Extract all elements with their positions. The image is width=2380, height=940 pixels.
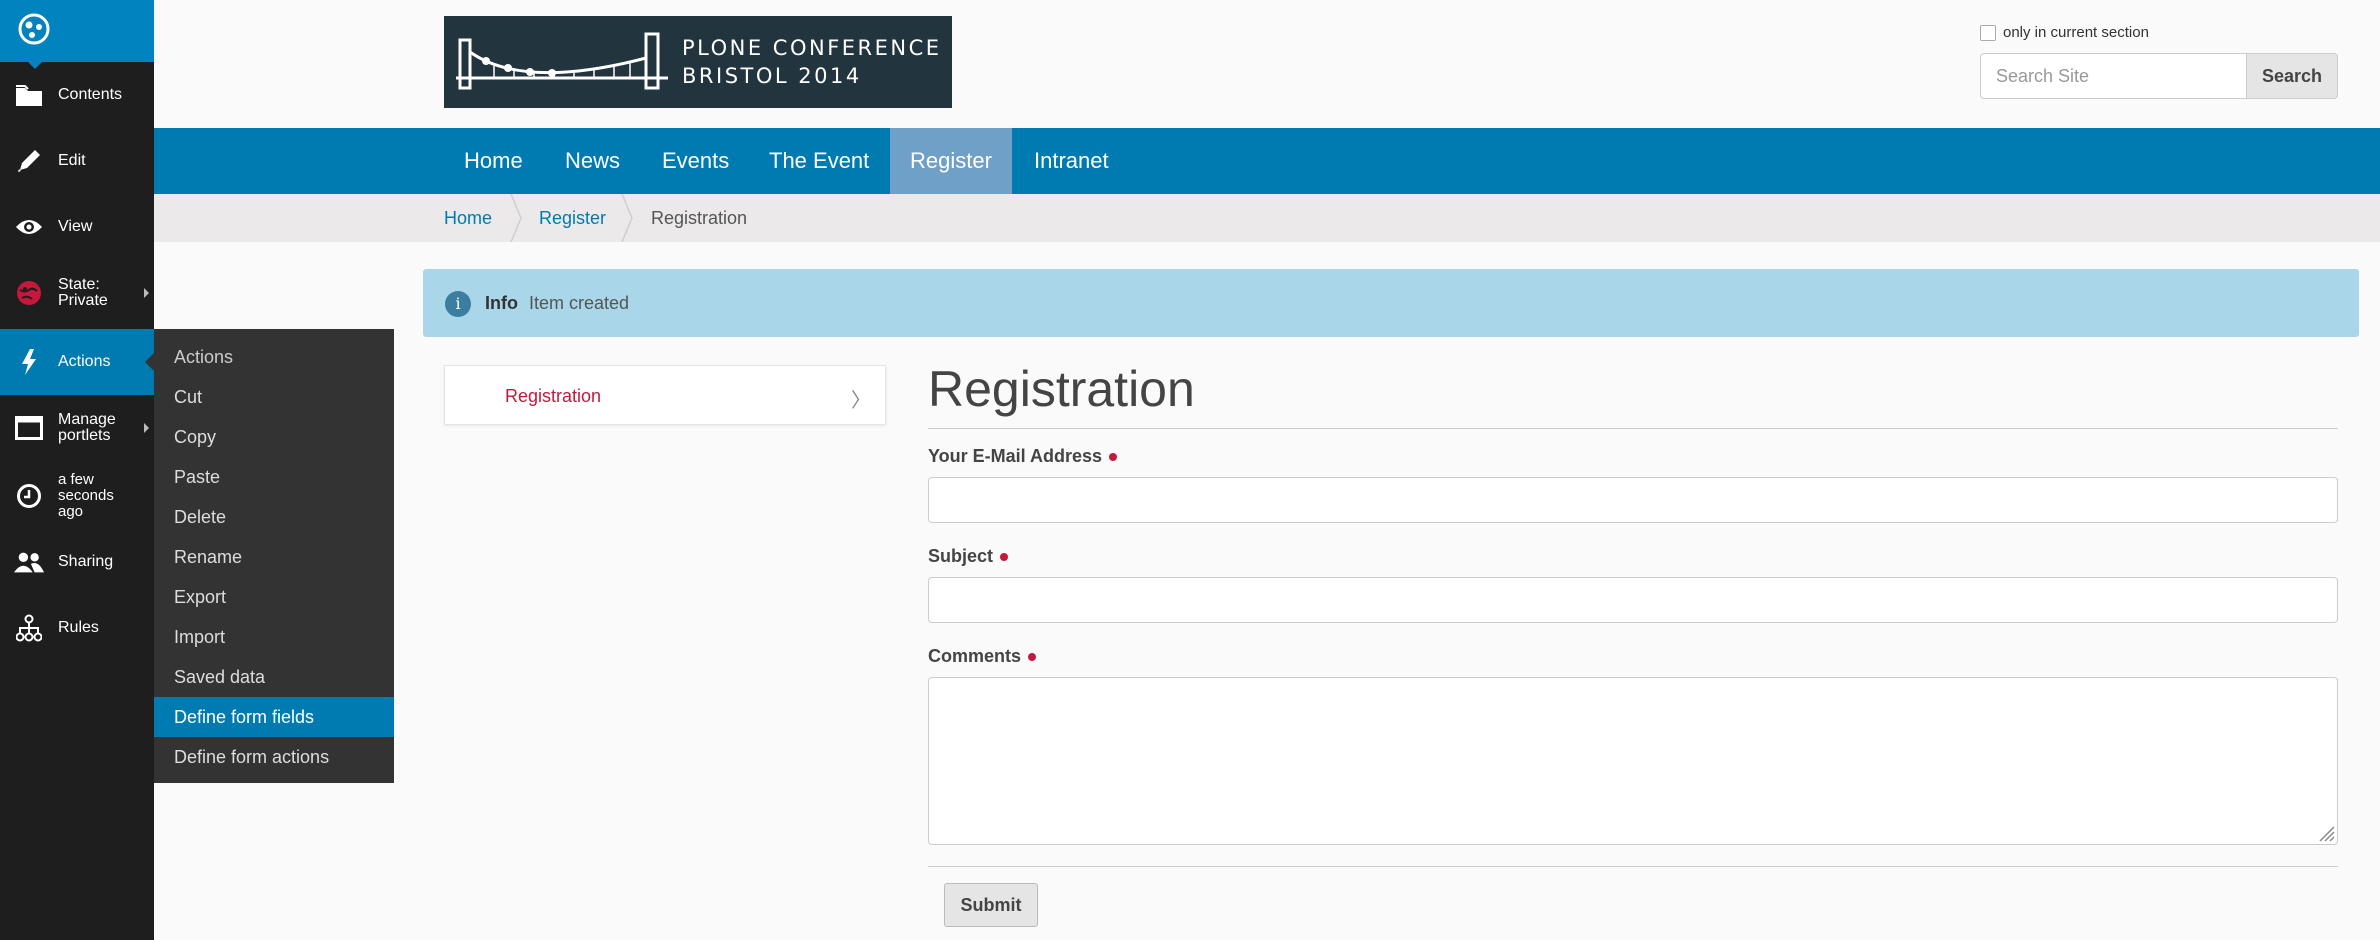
- menu-item-delete[interactable]: Delete: [154, 497, 394, 537]
- breadcrumb-separator-icon: [621, 194, 633, 242]
- toolbar-history[interactable]: a few seconds ago: [0, 461, 154, 531]
- toolbar-state[interactable]: State: Private: [0, 260, 154, 326]
- plone-toolbar: Contents Edit View State: Private Action…: [0, 0, 155, 940]
- email-field-label-text: Your E-Mail Address: [928, 446, 1103, 466]
- users-icon: [14, 547, 44, 577]
- status-message-text: Item created: [529, 293, 630, 313]
- portlets-label-line1: Manage: [58, 411, 116, 428]
- rules-icon: [14, 613, 44, 643]
- toolbar-rules-label: Rules: [58, 619, 99, 636]
- menu-item-rename[interactable]: Rename: [154, 537, 394, 577]
- history-label-line1: a few: [58, 471, 94, 488]
- email-field[interactable]: [928, 477, 2338, 523]
- state-label-line2: Private: [58, 292, 108, 309]
- bridge-logo-icon: [456, 32, 668, 90]
- chevron-right-icon: [144, 288, 149, 298]
- only-current-section-option[interactable]: only in current section: [1980, 24, 2149, 41]
- subject-field-label-text: Subject: [928, 546, 994, 566]
- info-icon: i: [445, 291, 471, 317]
- site-logo[interactable]: PLONE CONFERENCE BRISTOL 2014: [444, 16, 952, 108]
- toolbar-state-label: State: Private: [58, 277, 108, 309]
- toolbar-actions-label: Actions: [58, 353, 111, 370]
- toolbar-rules[interactable]: Rules: [0, 595, 154, 661]
- menu-item-saved-data[interactable]: Saved data: [154, 657, 394, 697]
- toolbar-view[interactable]: View: [0, 194, 154, 260]
- comments-field[interactable]: [928, 677, 2338, 845]
- breadcrumb-separator-icon: [510, 194, 522, 242]
- plone-logo-icon: [18, 13, 50, 45]
- toolbar-contents[interactable]: Contents: [0, 62, 154, 128]
- pencil-icon: [14, 146, 44, 176]
- toolbar-view-label: View: [58, 218, 93, 235]
- actions-submenu: Actions Cut Copy Paste Delete Rename Exp…: [154, 329, 394, 783]
- subject-field[interactable]: [928, 577, 2338, 623]
- search-input[interactable]: [1980, 53, 2246, 99]
- subject-field-label: Subject: [928, 546, 1009, 567]
- nav-news[interactable]: News: [545, 128, 640, 194]
- toolbar-history-label: a few seconds ago: [58, 472, 114, 520]
- form-divider: [928, 866, 2338, 867]
- nav-intranet[interactable]: Intranet: [1014, 128, 1129, 194]
- status-message: i Info Item created: [423, 269, 2359, 337]
- nav-home[interactable]: Home: [444, 128, 543, 194]
- required-indicator: [1000, 553, 1009, 562]
- portlet-icon: [14, 413, 44, 443]
- history-label-line2: seconds: [58, 487, 114, 504]
- only-current-section-checkbox[interactable]: [1980, 24, 1996, 41]
- global-navigation: Home News Events The Event Register Intr…: [154, 128, 2380, 194]
- only-current-section-label: only in current section: [2003, 24, 2149, 41]
- menu-item-copy[interactable]: Copy: [154, 417, 394, 457]
- toolbar-edit[interactable]: Edit: [0, 128, 154, 194]
- required-indicator: [1028, 653, 1037, 662]
- chevron-right-icon: 〉: [851, 390, 871, 412]
- menu-item-paste[interactable]: Paste: [154, 457, 394, 497]
- logo-title-line1: PLONE CONFERENCE: [682, 36, 942, 60]
- eye-icon: [14, 212, 44, 242]
- navigation-portlet: Registration 〉: [444, 365, 886, 425]
- portlets-label-line2: portlets: [58, 427, 111, 444]
- nav-events[interactable]: Events: [642, 128, 749, 194]
- state-icon: [14, 278, 44, 308]
- logo-title-line2: BRISTOL 2014: [682, 64, 862, 88]
- toolbar-manage-portlets-label: Manage portlets: [58, 412, 116, 444]
- submit-button[interactable]: Submit: [944, 883, 1038, 927]
- title-divider: [928, 428, 2338, 429]
- breadcrumb-home[interactable]: Home: [444, 194, 492, 242]
- toolbar-edit-label: Edit: [58, 152, 86, 169]
- state-label-line1: State:: [58, 276, 100, 293]
- clock-icon: [14, 481, 44, 511]
- nav-register[interactable]: Register: [890, 128, 1012, 194]
- breadcrumb: Home Register Registration: [154, 194, 2380, 242]
- breadcrumb-register[interactable]: Register: [539, 194, 606, 242]
- menu-item-cut[interactable]: Cut: [154, 377, 394, 417]
- menu-item-define-form-fields[interactable]: Define form fields: [154, 697, 394, 737]
- history-label-line3: ago: [58, 503, 84, 520]
- email-field-label: Your E-Mail Address: [928, 446, 1118, 467]
- resize-handle-icon[interactable]: [2315, 822, 2335, 842]
- chevron-right-icon: [144, 423, 149, 433]
- menu-item-export[interactable]: Export: [154, 577, 394, 617]
- actions-submenu-header: Actions: [174, 347, 234, 367]
- toolbar-actions[interactable]: Actions: [0, 329, 155, 395]
- breadcrumb-current: Registration: [651, 208, 748, 228]
- comments-field-label: Comments: [928, 646, 1037, 667]
- menu-item-define-form-actions[interactable]: Define form actions: [154, 737, 394, 777]
- lightning-icon: [14, 347, 44, 377]
- nav-the-event[interactable]: The Event: [749, 128, 889, 194]
- page-title: Registration: [928, 361, 1195, 417]
- toolbar-contents-label: Contents: [58, 86, 123, 103]
- required-indicator: [1109, 453, 1118, 462]
- toolbar-sharing[interactable]: Sharing: [0, 529, 154, 595]
- comments-field-label-text: Comments: [928, 646, 1022, 666]
- search-button[interactable]: Search: [2246, 53, 2338, 99]
- menu-item-import[interactable]: Import: [154, 617, 394, 657]
- toolbar-manage-portlets[interactable]: Manage portlets: [0, 395, 154, 461]
- toolbar-sharing-label: Sharing: [58, 553, 114, 570]
- folder-icon: [14, 80, 44, 110]
- portlet-link-registration[interactable]: Registration: [505, 366, 601, 426]
- plone-logo-button[interactable]: [0, 0, 154, 69]
- status-message-label: Info: [485, 293, 518, 313]
